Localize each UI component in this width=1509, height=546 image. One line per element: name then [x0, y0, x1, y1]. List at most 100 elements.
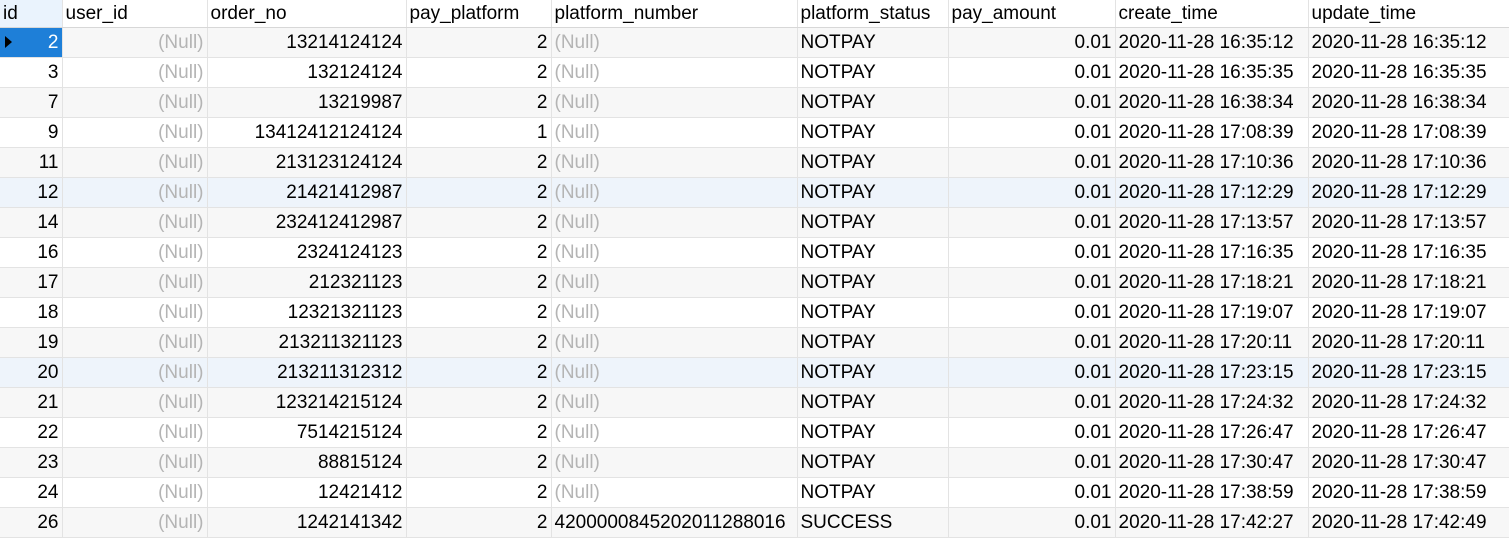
cell-pay-amount[interactable]: 0.01 [948, 207, 1116, 238]
cell-order-no[interactable]: 7514215124 [207, 417, 407, 448]
cell-update-time[interactable]: 2020-11-28 17:20:11 [1308, 327, 1509, 358]
cell-id[interactable]: 24 [0, 477, 63, 508]
cell-order-no[interactable]: 21421412987 [207, 177, 407, 208]
cell-platform-number[interactable]: (Null) [551, 417, 798, 448]
cell-create-time[interactable]: 2020-11-28 17:13:57 [1115, 207, 1309, 238]
table-row[interactable]: 17 (Null) 212321123 2 (Null) NOTPAY 0.01 2020-1… [0, 267, 1509, 298]
cell-id[interactable]: 18 [0, 297, 63, 328]
cell-create-time[interactable]: 2020-11-28 16:38:34 [1115, 87, 1309, 118]
cell-pay-platform[interactable]: 2 [406, 357, 552, 388]
cell-order-no[interactable]: 213123124124 [207, 147, 407, 178]
cell-id[interactable]: 20 [0, 357, 63, 388]
cell-order-no[interactable]: 132124124 [207, 57, 407, 88]
cell-pay-platform[interactable]: 1 [406, 117, 552, 148]
table-row[interactable]: 2 (Null) 13214124124 2 (Null) NOTPAY 0.01 2020-… [0, 27, 1509, 58]
table-row[interactable]: 16 (Null) 2324124123 2 (Null) NOTPAY 0.01 2020-… [0, 237, 1509, 268]
cell-order-no[interactable]: 13219987 [207, 87, 407, 118]
cell-platform-number[interactable]: (Null) [551, 477, 798, 508]
cell-user-id[interactable]: (Null) [62, 57, 208, 88]
cell-pay-amount[interactable]: 0.01 [948, 177, 1116, 208]
cell-platform-status[interactable]: NOTPAY [797, 87, 949, 118]
cell-user-id[interactable]: (Null) [62, 177, 208, 208]
cell-update-time[interactable]: 2020-11-28 17:23:15 [1308, 357, 1509, 388]
cell-platform-status[interactable]: NOTPAY [797, 417, 949, 448]
cell-pay-amount[interactable]: 0.01 [948, 237, 1116, 268]
cell-pay-platform[interactable]: 2 [406, 57, 552, 88]
cell-user-id[interactable]: (Null) [62, 147, 208, 178]
cell-platform-status[interactable]: NOTPAY [797, 447, 949, 478]
cell-create-time[interactable]: 2020-11-28 17:16:35 [1115, 237, 1309, 268]
cell-pay-platform[interactable]: 2 [406, 207, 552, 238]
cell-update-time[interactable]: 2020-11-28 17:38:59 [1308, 477, 1509, 508]
cell-user-id[interactable]: (Null) [62, 297, 208, 328]
cell-platform-status[interactable]: NOTPAY [797, 117, 949, 148]
table-row[interactable]: 18 (Null) 12321321123 2 (Null) NOTPAY 0.01 2020… [0, 297, 1509, 328]
cell-platform-status[interactable]: SUCCESS [797, 507, 949, 538]
cell-pay-amount[interactable]: 0.01 [948, 297, 1116, 328]
cell-id[interactable]: 23 [0, 447, 63, 478]
cell-platform-status[interactable]: NOTPAY [797, 357, 949, 388]
cell-create-time[interactable]: 2020-11-28 17:26:47 [1115, 417, 1309, 448]
cell-id[interactable]: 22 [0, 417, 63, 448]
cell-update-time[interactable]: 2020-11-28 16:35:12 [1308, 27, 1509, 58]
cell-id[interactable]: 3 [0, 57, 63, 88]
cell-user-id[interactable]: (Null) [62, 267, 208, 298]
cell-platform-status[interactable]: NOTPAY [797, 207, 949, 238]
cell-user-id[interactable]: (Null) [62, 447, 208, 478]
cell-pay-platform[interactable]: 2 [406, 267, 552, 298]
table-row[interactable]: 19 (Null) 213211321123 2 (Null) NOTPAY 0.01 202… [0, 327, 1509, 358]
column-header-create-time[interactable]: create_time [1115, 0, 1309, 28]
cell-update-time[interactable]: 2020-11-28 17:18:21 [1308, 267, 1509, 298]
cell-pay-amount[interactable]: 0.01 [948, 147, 1116, 178]
column-header-user-id[interactable]: user_id [62, 0, 208, 28]
cell-platform-status[interactable]: NOTPAY [797, 237, 949, 268]
cell-update-time[interactable]: 2020-11-28 17:10:36 [1308, 147, 1509, 178]
column-header-update-time[interactable]: update_time [1308, 0, 1509, 28]
cell-id[interactable]: 14 [0, 207, 63, 238]
cell-order-no[interactable]: 12321321123 [207, 297, 407, 328]
cell-order-no[interactable]: 13214124124 [207, 27, 407, 58]
cell-id[interactable]: 11 [0, 147, 63, 178]
table-row[interactable]: 22 (Null) 7514215124 2 (Null) NOTPAY 0.01 2020-… [0, 417, 1509, 448]
cell-pay-platform[interactable]: 2 [406, 147, 552, 178]
cell-platform-number[interactable]: (Null) [551, 297, 798, 328]
cell-platform-number[interactable]: (Null) [551, 357, 798, 388]
cell-pay-platform[interactable]: 2 [406, 417, 552, 448]
cell-update-time[interactable]: 2020-11-28 17:16:35 [1308, 237, 1509, 268]
cell-platform-number[interactable]: (Null) [551, 117, 798, 148]
cell-id[interactable]: 21 [0, 387, 63, 418]
cell-platform-status[interactable]: NOTPAY [797, 267, 949, 298]
cell-create-time[interactable]: 2020-11-28 17:24:32 [1115, 387, 1309, 418]
cell-platform-status[interactable]: NOTPAY [797, 177, 949, 208]
column-header-platform-status[interactable]: platform_status [797, 0, 949, 28]
cell-order-no[interactable]: 12421412 [207, 477, 407, 508]
cell-pay-amount[interactable]: 0.01 [948, 417, 1116, 448]
cell-create-time[interactable]: 2020-11-28 17:12:29 [1115, 177, 1309, 208]
cell-pay-platform[interactable]: 2 [406, 237, 552, 268]
cell-platform-status[interactable]: NOTPAY [797, 327, 949, 358]
table-row[interactable]: 12 (Null) 21421412987 2 (Null) NOTPAY 0.01 2020… [0, 177, 1509, 208]
cell-platform-number[interactable]: (Null) [551, 237, 798, 268]
cell-order-no[interactable]: 88815124 [207, 447, 407, 478]
cell-pay-amount[interactable]: 0.01 [948, 387, 1116, 418]
cell-create-time[interactable]: 2020-11-28 17:30:47 [1115, 447, 1309, 478]
cell-platform-number[interactable]: (Null) [551, 57, 798, 88]
cell-pay-amount[interactable]: 0.01 [948, 87, 1116, 118]
cell-pay-platform[interactable]: 2 [406, 87, 552, 118]
cell-id[interactable]: 2 [0, 27, 63, 58]
column-header-pay-platform[interactable]: pay_platform [406, 0, 552, 28]
cell-update-time[interactable]: 2020-11-28 16:38:34 [1308, 87, 1509, 118]
cell-user-id[interactable]: (Null) [62, 477, 208, 508]
cell-user-id[interactable]: (Null) [62, 237, 208, 268]
table-row[interactable]: 20 (Null) 213211312312 2 (Null) NOTPAY 0.01 202… [0, 357, 1509, 388]
table-row[interactable]: 21 (Null) 123214215124 2 (Null) NOTPAY 0.01 202… [0, 387, 1509, 418]
cell-user-id[interactable]: (Null) [62, 357, 208, 388]
cell-pay-platform[interactable]: 2 [406, 27, 552, 58]
column-header-id[interactable]: id [0, 0, 63, 28]
cell-platform-number[interactable]: (Null) [551, 327, 798, 358]
cell-order-no[interactable]: 213211312312 [207, 357, 407, 388]
cell-update-time[interactable]: 2020-11-28 17:30:47 [1308, 447, 1509, 478]
cell-pay-platform[interactable]: 2 [406, 297, 552, 328]
cell-platform-number[interactable]: (Null) [551, 87, 798, 118]
cell-order-no[interactable]: 213211321123 [207, 327, 407, 358]
